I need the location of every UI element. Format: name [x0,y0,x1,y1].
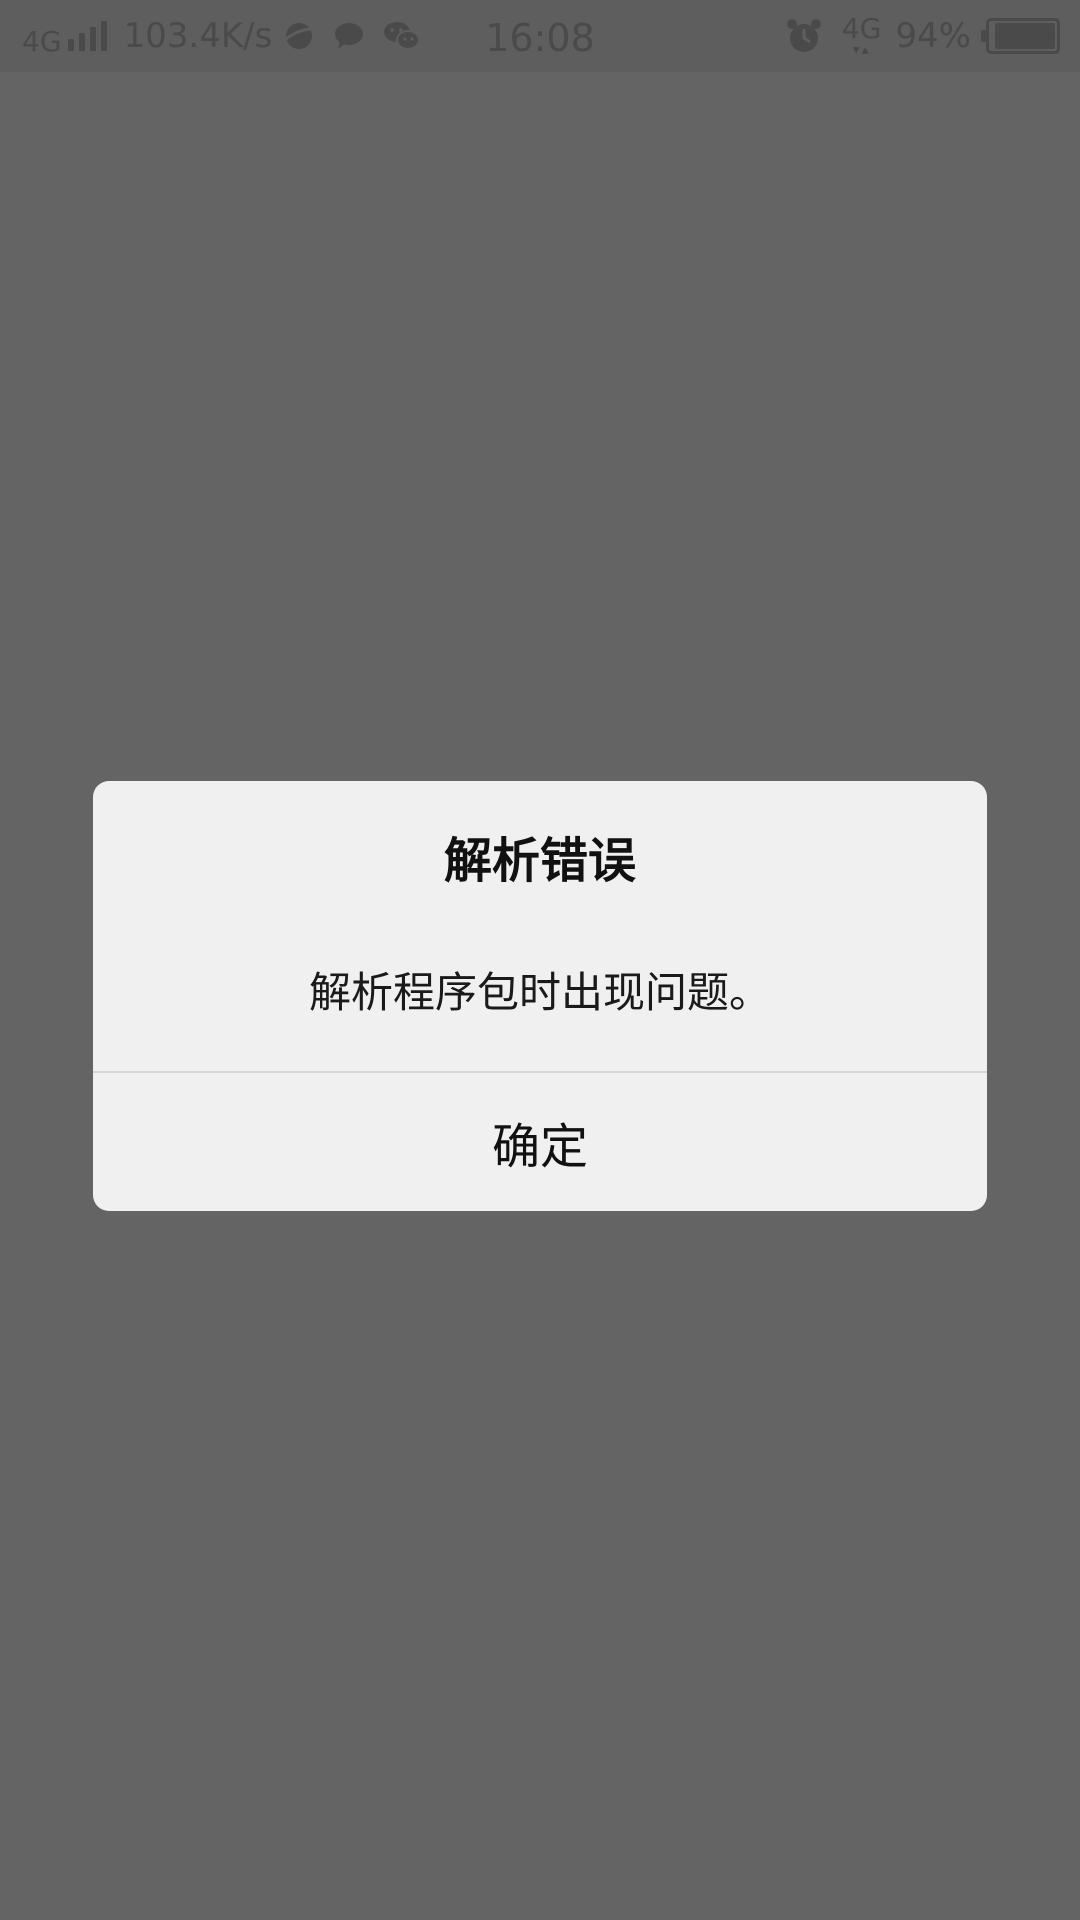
data-activity-icon: 4G ▾▴ [841,12,882,58]
dialog-title: 解析错误 [443,833,636,889]
error-dialog: 解析错误 解析程序包时出现问题。 确定 [93,781,987,1211]
confirm-button[interactable]: 确定 [93,1073,987,1211]
battery-percent: 94% [895,16,971,56]
screen: 4G 103.4K/s 16:08 4G ▾▴ 94% 解析错误 解析程序包时出… [0,0,1080,1920]
dialog-message: 解析程序包时出现问题。 [308,968,771,1017]
status-bar-right: 4G ▾▴ 94% [784,0,1060,72]
data-type-label: 4G [841,12,882,45]
status-bar: 4G 103.4K/s 16:08 4G ▾▴ 94% [0,0,1080,72]
alarm-icon [786,19,821,52]
battery-icon [981,18,1060,54]
